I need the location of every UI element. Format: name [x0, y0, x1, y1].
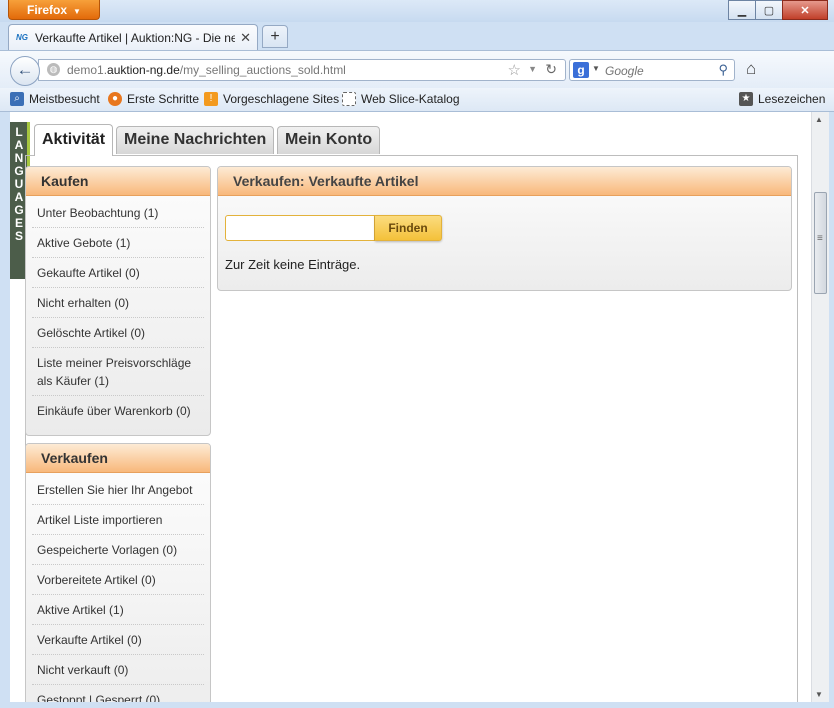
back-button[interactable]: ←: [10, 56, 40, 86]
browser-tab-title: Verkaufte Artikel | Auktion:NG - Die neu…: [35, 31, 235, 45]
kaufen-list: Unter Beobachtung (1) Aktive Gebote (1) …: [26, 196, 210, 425]
search-icon[interactable]: ⚲: [718, 62, 728, 78]
bookmark-star-icon[interactable]: ☆: [508, 61, 521, 79]
bookmarks-star-icon: ★: [739, 92, 753, 106]
kaufen-panel: Kaufen Unter Beobachtung (1) Aktive Gebo…: [25, 166, 211, 436]
close-tab-icon[interactable]: ✕: [240, 30, 251, 46]
bookmark-label: Meistbesucht: [29, 92, 100, 106]
kaufen-panel-title: Kaufen: [26, 167, 210, 196]
bookmark-web-slice-katalog[interactable]: Web Slice-Katalog: [342, 92, 460, 106]
verkaufen-panel-title: Verkaufen: [26, 444, 210, 473]
find-button[interactable]: Finden: [375, 215, 442, 241]
bookmarks-toolbar: ⌕ Meistbesucht ● Erste Schritte ! Vorges…: [0, 88, 834, 112]
back-arrow-icon: ←: [16, 60, 34, 79]
sold-items-panel: Verkaufen: Verkaufte Artikel Finden Zur …: [217, 166, 792, 291]
verkaufen-item-vorbereitete[interactable]: Vorbereitete Artikel (0): [32, 565, 204, 595]
address-bar[interactable]: ◍ demo1.auktion-ng.de/my_selling_auction…: [38, 59, 566, 81]
verkaufen-item-aktive[interactable]: Aktive Artikel (1): [32, 595, 204, 625]
maximize-button[interactable]: ▢: [755, 0, 783, 20]
bookmark-vorgeschlagene-sites[interactable]: ! Vorgeschlagene Sites: [204, 92, 339, 106]
window-border-left: [0, 112, 10, 708]
tab-mein-konto[interactable]: Mein Konto: [277, 126, 381, 154]
page-viewport: LANGUAGES Aktivität Meine Nachrichten Me…: [10, 112, 814, 702]
window-controls: ▁ ▢ ✕: [728, 0, 828, 20]
kaufen-item-nicht-erhalten[interactable]: Nicht erhalten (0): [32, 288, 204, 318]
tab-meine-nachrichten[interactable]: Meine Nachrichten: [116, 126, 275, 154]
chevron-down-icon: ▼: [73, 7, 81, 16]
bookmark-label: Web Slice-Katalog: [361, 92, 460, 106]
suggested-sites-icon: !: [204, 92, 218, 106]
firefox-menu-label: Firefox: [27, 3, 68, 17]
scroll-up-icon[interactable]: ▲: [815, 115, 823, 124]
site-favicon-icon: NG: [16, 33, 28, 42]
globe-icon: ◍: [47, 63, 60, 76]
languages-label: LANGUAGES: [14, 125, 24, 243]
kaufen-item-warenkorb[interactable]: Einkäufe über Warenkorb (0): [32, 396, 204, 425]
browser-tab-active[interactable]: NG Verkaufte Artikel | Auktion:NG - Die …: [8, 24, 258, 50]
window-titlebar: Firefox ▼ ▁ ▢ ✕: [0, 0, 834, 22]
item-search-input[interactable]: [225, 215, 375, 241]
engine-dropdown-icon[interactable]: ▼: [592, 64, 600, 73]
verkaufen-item-verkaufte[interactable]: Verkaufte Artikel (0): [32, 625, 204, 655]
sold-items-title: Verkaufen: Verkaufte Artikel: [218, 167, 791, 196]
kaufen-item-gekaufte-artikel[interactable]: Gekaufte Artikel (0): [32, 258, 204, 288]
search-bar[interactable]: g ▼ ⚲: [569, 59, 735, 81]
bookmark-label: Erste Schritte: [127, 92, 200, 106]
web-slice-icon: [342, 92, 356, 106]
verkaufen-item-nicht-verkauft[interactable]: Nicht verkauft (0): [32, 655, 204, 685]
bookmark-label: Vorgeschlagene Sites: [223, 92, 340, 106]
empty-message: Zur Zeit keine Einträge.: [225, 257, 361, 272]
navigation-toolbar: ◍ demo1.auktion-ng.de/my_selling_auction…: [0, 50, 834, 88]
browser-tabstrip: NG Verkaufte Artikel | Auktion:NG - Die …: [0, 22, 834, 50]
bookmarks-menu-label: Lesezeichen: [758, 92, 826, 106]
url-text: demo1.auktion-ng.de/my_selling_auctions_…: [67, 63, 346, 77]
scroll-down-icon[interactable]: ▼: [815, 690, 823, 699]
kaufen-item-geloeschte-artikel[interactable]: Gelöschte Artikel (0): [32, 318, 204, 348]
verkaufen-panel: Verkaufen Erstellen Sie hier Ihr Angebot…: [25, 443, 211, 702]
kaufen-item-unter-beobachtung[interactable]: Unter Beobachtung (1): [32, 198, 204, 228]
bookmarks-menu-button[interactable]: ★ Lesezeichen: [739, 92, 825, 106]
bookmark-meistbesucht[interactable]: ⌕ Meistbesucht: [10, 92, 100, 106]
firefox-menu-button[interactable]: Firefox ▼: [8, 0, 100, 20]
kaufen-item-preisvorschlaege[interactable]: Liste meiner Preisvorschläge als Käufer …: [32, 348, 204, 396]
home-icon[interactable]: ⌂: [746, 59, 756, 79]
minimize-button[interactable]: ▁: [728, 0, 756, 20]
item-search-row: Finden: [225, 215, 442, 241]
verkaufen-item-gestoppt[interactable]: Gestoppt | Gesperrt (0): [32, 685, 204, 702]
history-dropdown-icon[interactable]: ▼: [528, 64, 537, 74]
bookmark-erste-schritte[interactable]: ● Erste Schritte: [108, 92, 199, 106]
most-visited-icon: ⌕: [10, 92, 24, 106]
verkaufen-item-vorlagen[interactable]: Gespeicherte Vorlagen (0): [32, 535, 204, 565]
verkaufen-item-liste-importieren[interactable]: Artikel Liste importieren: [32, 505, 204, 535]
firefox-icon: ●: [108, 92, 122, 106]
google-engine-icon[interactable]: g: [573, 62, 589, 78]
search-input[interactable]: [603, 62, 707, 80]
scrollbar-thumb[interactable]: [814, 192, 827, 294]
verkaufen-item-angebot-erstellen[interactable]: Erstellen Sie hier Ihr Angebot: [32, 475, 204, 505]
window-border-bottom: [0, 702, 834, 708]
kaufen-item-aktive-gebote[interactable]: Aktive Gebote (1): [32, 228, 204, 258]
new-tab-button[interactable]: +: [262, 25, 288, 48]
page-scrollbar[interactable]: ▲ ▼: [811, 112, 829, 702]
reload-icon[interactable]: ↻: [545, 61, 557, 78]
verkaufen-list: Erstellen Sie hier Ihr Angebot Artikel L…: [26, 473, 210, 702]
close-window-button[interactable]: ✕: [782, 0, 828, 20]
tab-aktivitaet[interactable]: Aktivität: [34, 124, 114, 156]
